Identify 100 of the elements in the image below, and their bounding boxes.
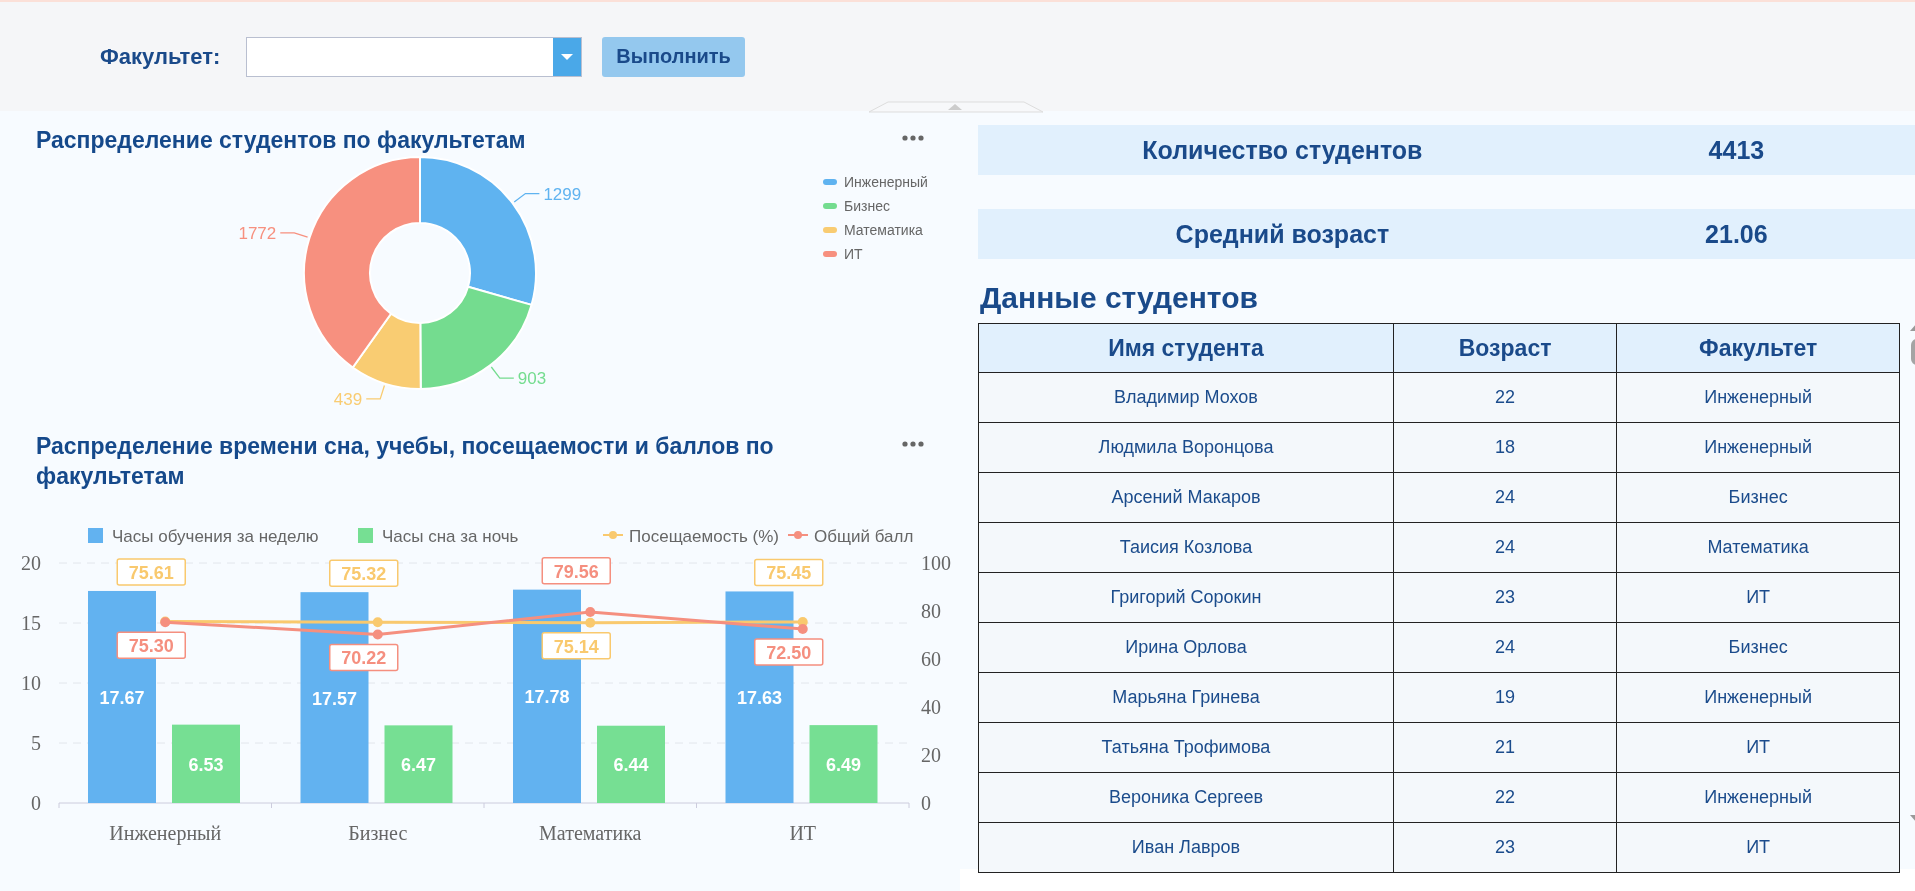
table-cell: 22: [1393, 772, 1617, 823]
category-label: Инженерный: [109, 822, 222, 844]
legend-label[interactable]: Математика: [844, 222, 923, 238]
data-label: 75.14: [541, 631, 611, 660]
table-cell: ИТ: [1616, 572, 1900, 623]
data-label: 72.50: [754, 638, 824, 666]
chart-title: Распределение студентов по факультетам: [36, 126, 526, 155]
axis-tick-label: 20: [21, 552, 41, 574]
table-cell: 22: [1393, 372, 1617, 423]
table-cell: Бизнес: [1616, 472, 1900, 523]
category-label: ИТ: [789, 822, 817, 844]
point: [372, 617, 383, 628]
point: [797, 624, 808, 634]
column-header[interactable]: Имя студента: [978, 323, 1394, 373]
bar-value-label: 6.47: [401, 755, 436, 776]
legend-marker-icon[interactable]: [88, 528, 103, 543]
bar-value-label: 17.67: [99, 688, 145, 708]
bar-value-label: 17.57: [312, 688, 357, 709]
bar-value-label: 6.49: [826, 755, 861, 776]
axis-tick-label: 60: [921, 648, 941, 670]
table-cell: 23: [1393, 572, 1617, 623]
table-cell: 23: [1393, 822, 1617, 873]
stat-label: Количество студентов: [1141, 135, 1424, 165]
slice-value-label: 1299: [543, 184, 582, 204]
bar-value-label: 17.78: [524, 687, 570, 708]
category-label: Математика: [539, 822, 642, 844]
legend-label[interactable]: ИТ: [844, 246, 863, 262]
table-cell: Вероника Сергеев: [978, 772, 1394, 823]
legend-label[interactable]: Общий балл: [814, 527, 914, 546]
axis-tick-label: 0: [31, 792, 41, 814]
table-cell: Арсений Макаров: [978, 472, 1394, 523]
table-cell: Людмила Воронцова: [978, 422, 1394, 473]
bar-value-label: 17.63: [737, 688, 782, 709]
stat-value: 21.06: [1704, 219, 1769, 249]
data-label: 75.61: [116, 558, 186, 586]
column-header[interactable]: Возраст: [1393, 323, 1617, 373]
table-cell: Иван Лавров: [978, 822, 1394, 873]
axis-tick-label: 40: [921, 696, 941, 718]
table-cell: Григорий Сорокин: [978, 572, 1394, 623]
leader-line: [513, 192, 541, 203]
legend-marker-icon[interactable]: [358, 528, 373, 543]
data-label: 75.32: [329, 559, 399, 587]
legend-label[interactable]: Инженерный: [844, 174, 928, 190]
table-cell: Татьяна Трофимова: [978, 722, 1394, 773]
legend-label[interactable]: Посещаемость (%): [629, 527, 779, 546]
legend-marker-icon[interactable]: [787, 531, 809, 539]
column-header[interactable]: Факультет: [1616, 323, 1900, 373]
point: [585, 607, 596, 618]
table-cell: Бизнес: [1616, 622, 1900, 673]
run-button[interactable]: Выполнить: [602, 36, 745, 77]
data-label: 79.56: [541, 556, 611, 585]
slice-value-label: 439: [333, 389, 363, 405]
collapse-tab-icon[interactable]: [868, 101, 1044, 113]
table-cell: ИТ: [1616, 822, 1900, 873]
legend-marker-icon[interactable]: [823, 227, 837, 233]
leader-line: [365, 384, 386, 400]
table-cell: Инженерный: [1616, 422, 1900, 473]
legend-label[interactable]: Часы обучения за неделю: [112, 527, 319, 546]
legend-label[interactable]: Бизнес: [844, 198, 890, 214]
bar-value-label: 6.53: [188, 754, 224, 775]
legend-marker-icon[interactable]: [823, 179, 837, 185]
axis-tick-label: 15: [21, 612, 41, 634]
more-icon[interactable]: [902, 135, 924, 141]
table-cell: Ирина Орлова: [978, 622, 1394, 673]
faculty-label: Факультет:: [100, 43, 221, 70]
stat-value: 4413: [1707, 135, 1766, 165]
table-cell: Инженерный: [1616, 672, 1900, 723]
data-label: 75.30: [128, 636, 174, 657]
slice-value-label: 903: [517, 369, 547, 389]
faculty-select[interactable]: [246, 36, 583, 77]
axis-tick-label: 20: [921, 744, 941, 766]
data-label: 75.45: [754, 558, 824, 587]
table-cell: Инженерный: [1616, 372, 1900, 423]
data-label: 79.56: [553, 561, 599, 582]
leader-line: [490, 366, 515, 379]
table-cell: 24: [1393, 472, 1617, 523]
data-label: 75.30: [116, 631, 186, 660]
table-cell: ИТ: [1616, 722, 1900, 773]
legend-marker-icon[interactable]: [823, 203, 837, 209]
table-cell: 21: [1393, 722, 1617, 773]
table-title: Данные студентов: [980, 281, 1259, 315]
data-label: 70.22: [341, 648, 387, 669]
bar-value-label: 6.44: [613, 755, 649, 776]
data-label: 75.14: [553, 636, 599, 657]
more-icon[interactable]: [902, 441, 924, 447]
legend-marker-icon[interactable]: [823, 251, 837, 257]
data-label: 75.61: [128, 562, 174, 583]
axis-tick-label: 5: [31, 732, 41, 754]
table-cell: Владимир Мохов: [978, 372, 1394, 423]
dropdown-icon[interactable]: [553, 37, 582, 76]
data-label: 70.22: [329, 643, 399, 672]
axis-tick-label: 100: [921, 552, 951, 574]
legend-marker-icon[interactable]: [602, 531, 624, 539]
table-cell: Инженерный: [1616, 772, 1900, 823]
legend-label[interactable]: Часы сна за ночь: [382, 527, 519, 546]
table-cell: Марьяна Гринева: [978, 672, 1394, 723]
data-label: 75.32: [341, 564, 387, 585]
slice-value-label: 1772: [238, 223, 277, 243]
axis-tick-label: 0: [921, 792, 931, 814]
category-label: Бизнес: [348, 822, 408, 844]
